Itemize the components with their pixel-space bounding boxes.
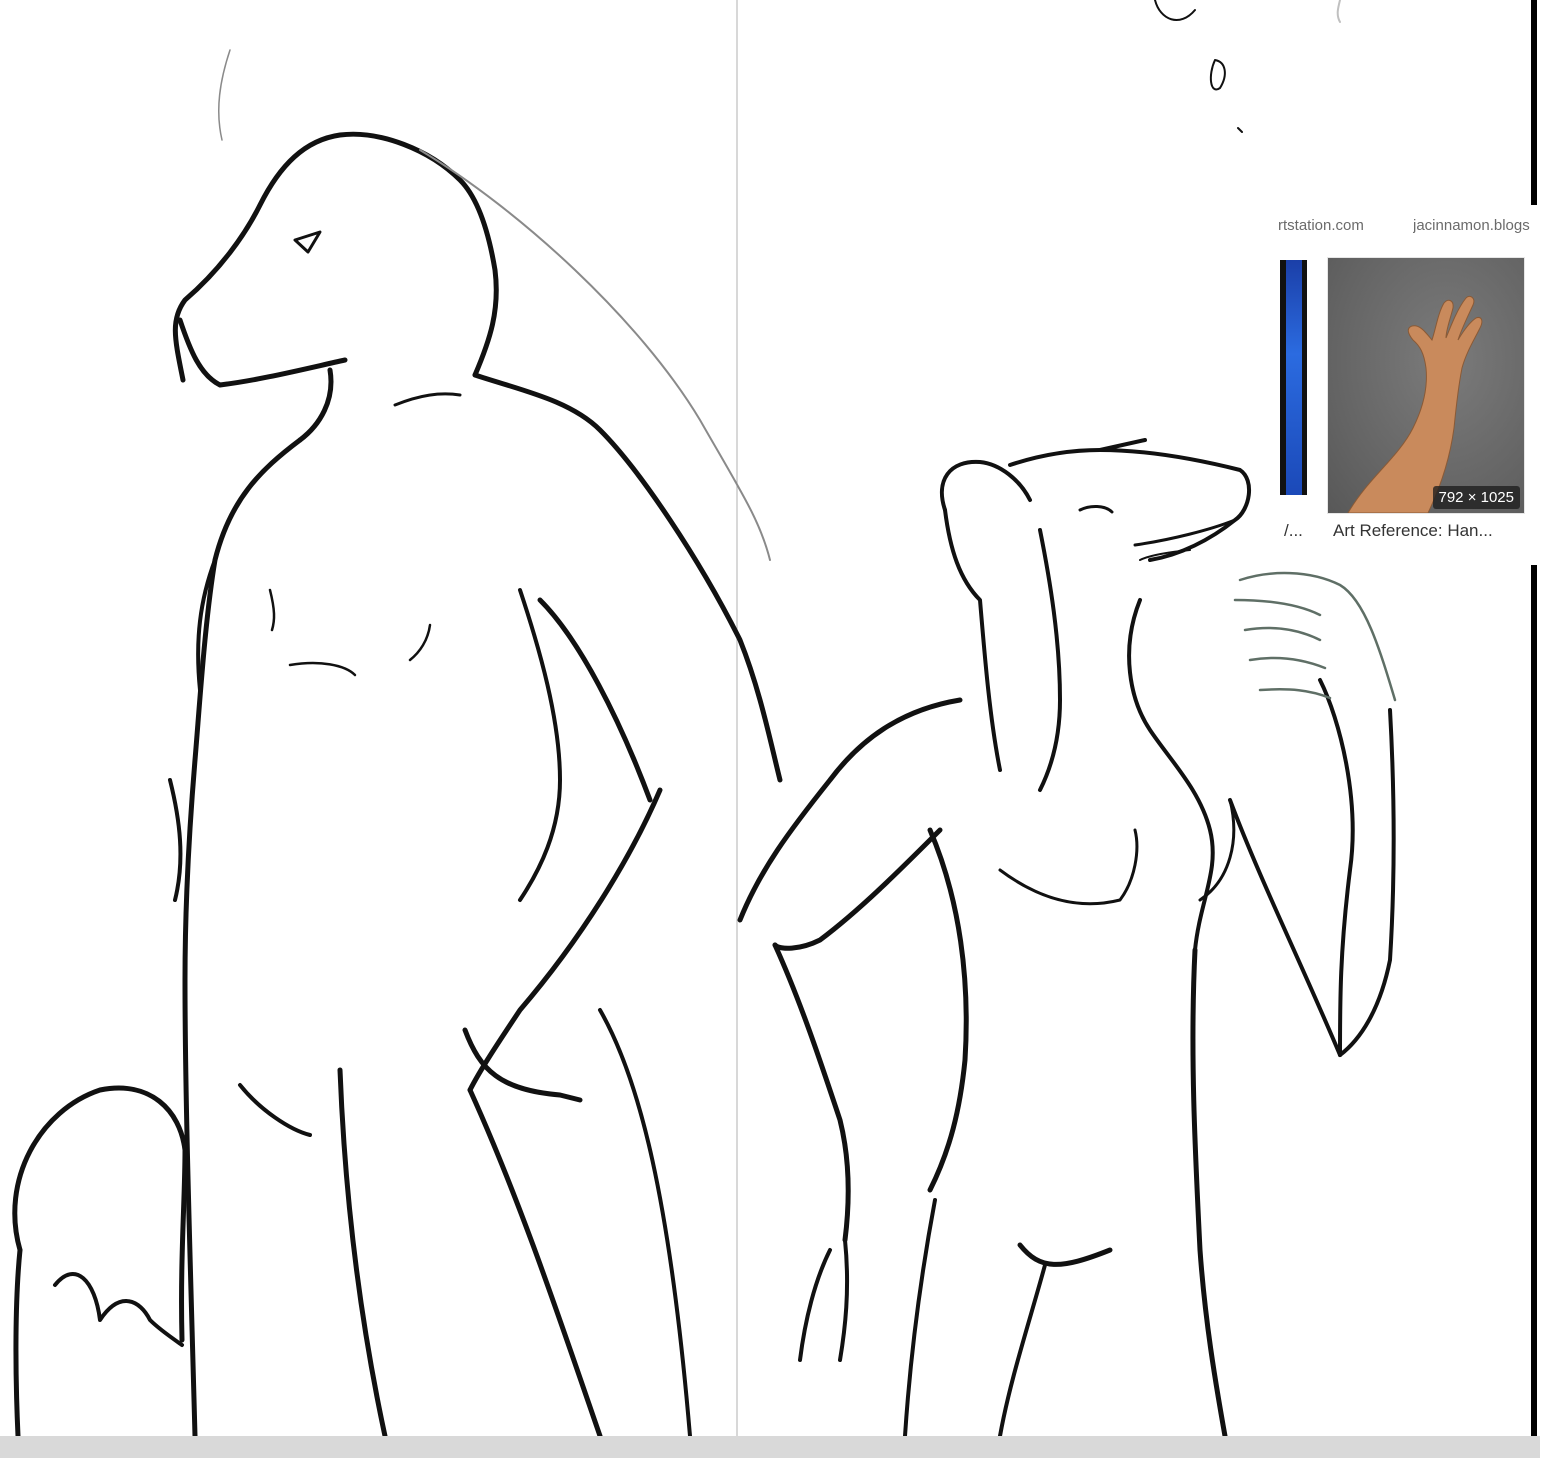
top-scribbles: [1154, 0, 1341, 133]
reference-thumbnail-left[interactable]: [1280, 260, 1307, 495]
source-domain-left: rtstation.com: [1278, 217, 1364, 234]
reference-image-panel: rtstation.com jacinnamon.blogs 792 × 102…: [1270, 205, 1557, 565]
bottom-toolbar: [0, 1436, 1540, 1458]
tail-tuft: [12, 1085, 188, 1439]
hand-sketch: [1233, 571, 1397, 702]
source-domain-right: jacinnamon.blogs: [1413, 217, 1530, 234]
image-dimensions-badge: 792 × 1025: [1432, 486, 1520, 509]
dragon-right-figure: [737, 438, 1396, 1439]
dragon-left-figure: [168, 49, 783, 1439]
thumbnail-caption[interactable]: Art Reference: Han...: [1333, 521, 1493, 541]
hand-photo-icon: [1347, 295, 1483, 513]
reference-thumbnail-hand[interactable]: 792 × 1025: [1327, 257, 1525, 514]
thumbnail-caption-left[interactable]: /...: [1284, 521, 1303, 541]
